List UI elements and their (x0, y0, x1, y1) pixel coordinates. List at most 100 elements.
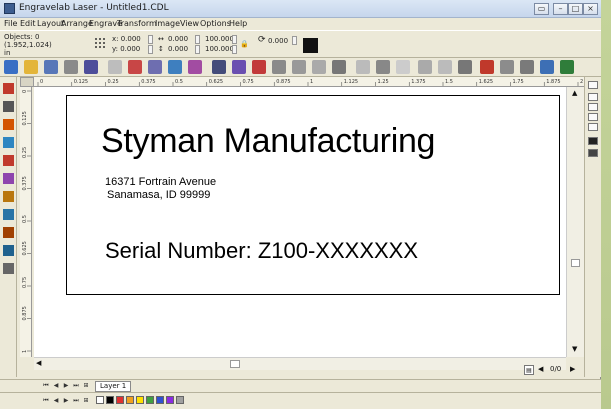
angle-spinner[interactable] (292, 36, 297, 45)
scale-x-spinner[interactable] (232, 35, 237, 44)
scroll-up-icon[interactable]: ▲ (572, 89, 577, 97)
anchor-grid-icon[interactable] (94, 37, 106, 49)
export-icon[interactable] (232, 60, 246, 74)
horizontal-scrollbar[interactable]: ◀ (34, 357, 566, 370)
ruler-corner[interactable] (20, 77, 34, 87)
prev-layer-icon[interactable]: ◀ (52, 382, 60, 390)
pen-tool-icon[interactable] (3, 191, 14, 202)
select-nodes-icon[interactable] (520, 60, 534, 74)
menu-transform[interactable]: Transform (117, 19, 157, 28)
color-swatch[interactable] (126, 396, 134, 404)
weld-icon[interactable] (292, 60, 306, 74)
company-name-text[interactable]: Styman Manufacturing (101, 122, 435, 161)
shape-tool-icon[interactable] (3, 101, 14, 112)
text-path-icon[interactable] (438, 60, 452, 74)
docker-close-icon[interactable] (588, 81, 598, 89)
first-layer-icon[interactable]: ⏮ (42, 382, 50, 390)
intersect-icon[interactable] (332, 60, 346, 74)
save-icon[interactable] (44, 60, 58, 74)
add-layer-icon[interactable]: ⊞ (82, 382, 90, 390)
color-swatch[interactable] (106, 396, 114, 404)
ungroup-icon[interactable] (376, 60, 390, 74)
address-line-1[interactable]: 16371 Fortrain Avenue (105, 176, 216, 188)
print-icon[interactable] (64, 60, 78, 74)
y-spinner[interactable] (148, 45, 153, 54)
palette-last-icon[interactable]: ⏭ (72, 397, 80, 405)
redo-icon[interactable] (148, 60, 162, 74)
zoom-tool-icon[interactable] (3, 137, 14, 148)
close-button[interactable]: × (583, 3, 598, 15)
cut-icon[interactable] (108, 60, 122, 74)
x-spinner[interactable] (148, 35, 153, 44)
outline-tool-icon[interactable] (3, 263, 14, 274)
color-swatch[interactable] (116, 396, 124, 404)
color-swatch[interactable] (166, 396, 174, 404)
fill-color-preview[interactable] (303, 38, 318, 53)
palette-next-icon[interactable]: ▶ (62, 397, 70, 405)
undo-icon[interactable] (128, 60, 142, 74)
engraving-plate[interactable]: Styman Manufacturing 16371 Fortrain Aven… (66, 95, 560, 295)
menu-edit[interactable]: Edit (20, 19, 36, 28)
node-edit-icon[interactable] (272, 60, 286, 74)
horizontal-scroll-thumb[interactable] (230, 360, 240, 368)
docker-down-icon[interactable] (588, 123, 598, 131)
help-icon[interactable] (560, 60, 574, 74)
new-file-icon[interactable] (4, 60, 18, 74)
color-swatch[interactable] (96, 396, 104, 404)
minimize-button[interactable]: – (553, 3, 568, 15)
page-settings-icon[interactable]: ▤ (524, 365, 534, 375)
color-swatch[interactable] (136, 396, 144, 404)
serial-number-text[interactable]: Serial Number: Z100-XXXXXXX (105, 238, 418, 264)
palette-add-icon[interactable]: ⊞ (82, 397, 90, 405)
width-field[interactable]: 0.000 (168, 35, 188, 43)
open-folder-icon[interactable] (24, 60, 38, 74)
ellipse-tool-icon[interactable] (3, 155, 14, 166)
color-swatch[interactable] (146, 396, 154, 404)
layer-tab[interactable]: Layer 1 (95, 381, 132, 392)
laser-icon[interactable] (84, 60, 98, 74)
menu-options[interactable]: Options (200, 19, 231, 28)
angle-field[interactable]: 0.000 (268, 37, 288, 45)
fill-tool-icon[interactable] (3, 209, 14, 220)
lock-ratio-icon[interactable]: 🔒 (240, 40, 249, 48)
x-field[interactable]: x: 0.000 (112, 35, 141, 43)
last-layer-icon[interactable]: ⏭ (72, 382, 80, 390)
scale-x-field[interactable]: 100.000 (205, 35, 234, 43)
docker-left-icon[interactable] (588, 103, 598, 111)
docker-up-icon[interactable] (588, 93, 598, 101)
address-line-2[interactable]: Sanamasa, ID 99999 (107, 189, 210, 201)
color-swatch[interactable] (176, 396, 184, 404)
docker-right-icon[interactable] (588, 113, 598, 121)
knife-tool-icon[interactable] (3, 119, 14, 130)
options-icon[interactable] (540, 60, 554, 74)
height-field[interactable]: 0.000 (168, 45, 188, 53)
barcode-icon[interactable] (252, 60, 266, 74)
docker-color-dark-icon[interactable] (588, 149, 598, 157)
import-icon[interactable] (212, 60, 226, 74)
palette-prev-icon[interactable]: ◀ (52, 397, 60, 405)
scale-y-spinner[interactable] (232, 45, 237, 54)
palette-first-icon[interactable]: ⏮ (42, 397, 50, 405)
rectangle-tool-icon[interactable] (3, 173, 14, 184)
contour-icon[interactable] (396, 60, 410, 74)
select-all-icon[interactable] (500, 60, 514, 74)
text-fit-icon[interactable] (418, 60, 432, 74)
restore-icon[interactable]: ▭ (534, 3, 549, 15)
eyedropper-tool-icon[interactable] (3, 227, 14, 238)
color-swatch[interactable] (156, 396, 164, 404)
zoom-icon[interactable] (168, 60, 182, 74)
docker-color-black-icon[interactable] (588, 137, 598, 145)
scale-y-field[interactable]: 100.000 (205, 45, 234, 53)
width-spinner[interactable] (195, 35, 200, 44)
delete-icon[interactable] (480, 60, 494, 74)
next-layer-icon[interactable]: ▶ (62, 382, 70, 390)
pointer-tool-icon[interactable] (3, 83, 14, 94)
pan-icon[interactable] (188, 60, 202, 74)
menu-view[interactable]: View (180, 19, 199, 28)
trim-icon[interactable] (312, 60, 326, 74)
prev-page-icon[interactable]: ◀ (538, 365, 543, 373)
scroll-down-icon[interactable]: ▼ (572, 345, 577, 353)
vertical-scrollbar[interactable]: ▲ ▼ (566, 87, 584, 357)
vertical-scroll-thumb[interactable] (571, 259, 580, 267)
scroll-left-icon[interactable]: ◀ (36, 359, 41, 367)
